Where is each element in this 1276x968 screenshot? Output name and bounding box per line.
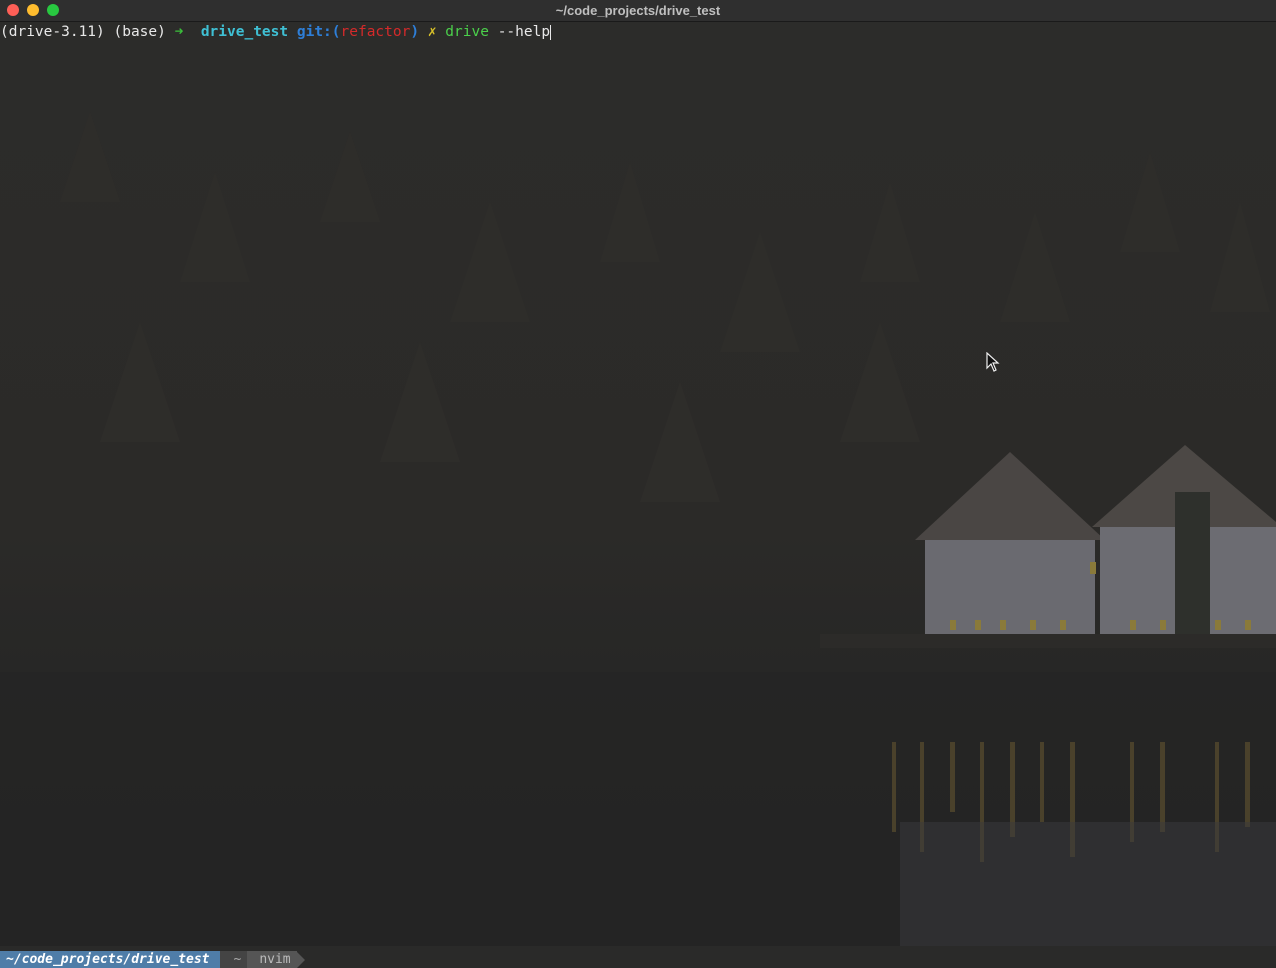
text-caret <box>550 24 552 40</box>
background-image <box>0 112 1276 946</box>
window-controls <box>7 4 59 16</box>
close-window-button[interactable] <box>7 4 19 16</box>
current-directory: drive_test <box>200 24 289 40</box>
segment-separator-icon <box>296 951 305 968</box>
window-titlebar[interactable]: ~/code_projects/drive_test <box>0 0 1276 22</box>
dirty-marker-icon: ✗ <box>427 24 437 40</box>
terminal-area[interactable]: (drive-3.11) (base) ➜ drive_test git:(re… <box>0 22 1276 946</box>
statusbar-path[interactable]: ~/code_projects/drive_test <box>0 951 220 968</box>
mouse-pointer-icon <box>986 352 1000 372</box>
statusbar-home[interactable]: ~ <box>219 951 248 968</box>
shell-prompt-line[interactable]: (drive-3.11) (base) ➜ drive_test git:(re… <box>0 22 552 42</box>
minimize-window-button[interactable] <box>27 4 39 16</box>
git-label-close: ) <box>410 24 420 40</box>
git-branch: refactor <box>340 24 411 40</box>
prompt-arrow-icon: ➜ <box>174 24 184 40</box>
git-label: git:( <box>296 24 341 40</box>
command-args: --help <box>497 24 551 40</box>
command-name: drive <box>445 24 489 40</box>
tmux-statusbar: ~/code_projects/drive_test ~ nvim <box>0 951 1276 968</box>
env-indicator: (drive-3.11) (base) <box>0 24 166 40</box>
statusbar-process[interactable]: nvim <box>247 951 297 968</box>
window-title: ~/code_projects/drive_test <box>555 3 721 18</box>
maximize-window-button[interactable] <box>47 4 59 16</box>
